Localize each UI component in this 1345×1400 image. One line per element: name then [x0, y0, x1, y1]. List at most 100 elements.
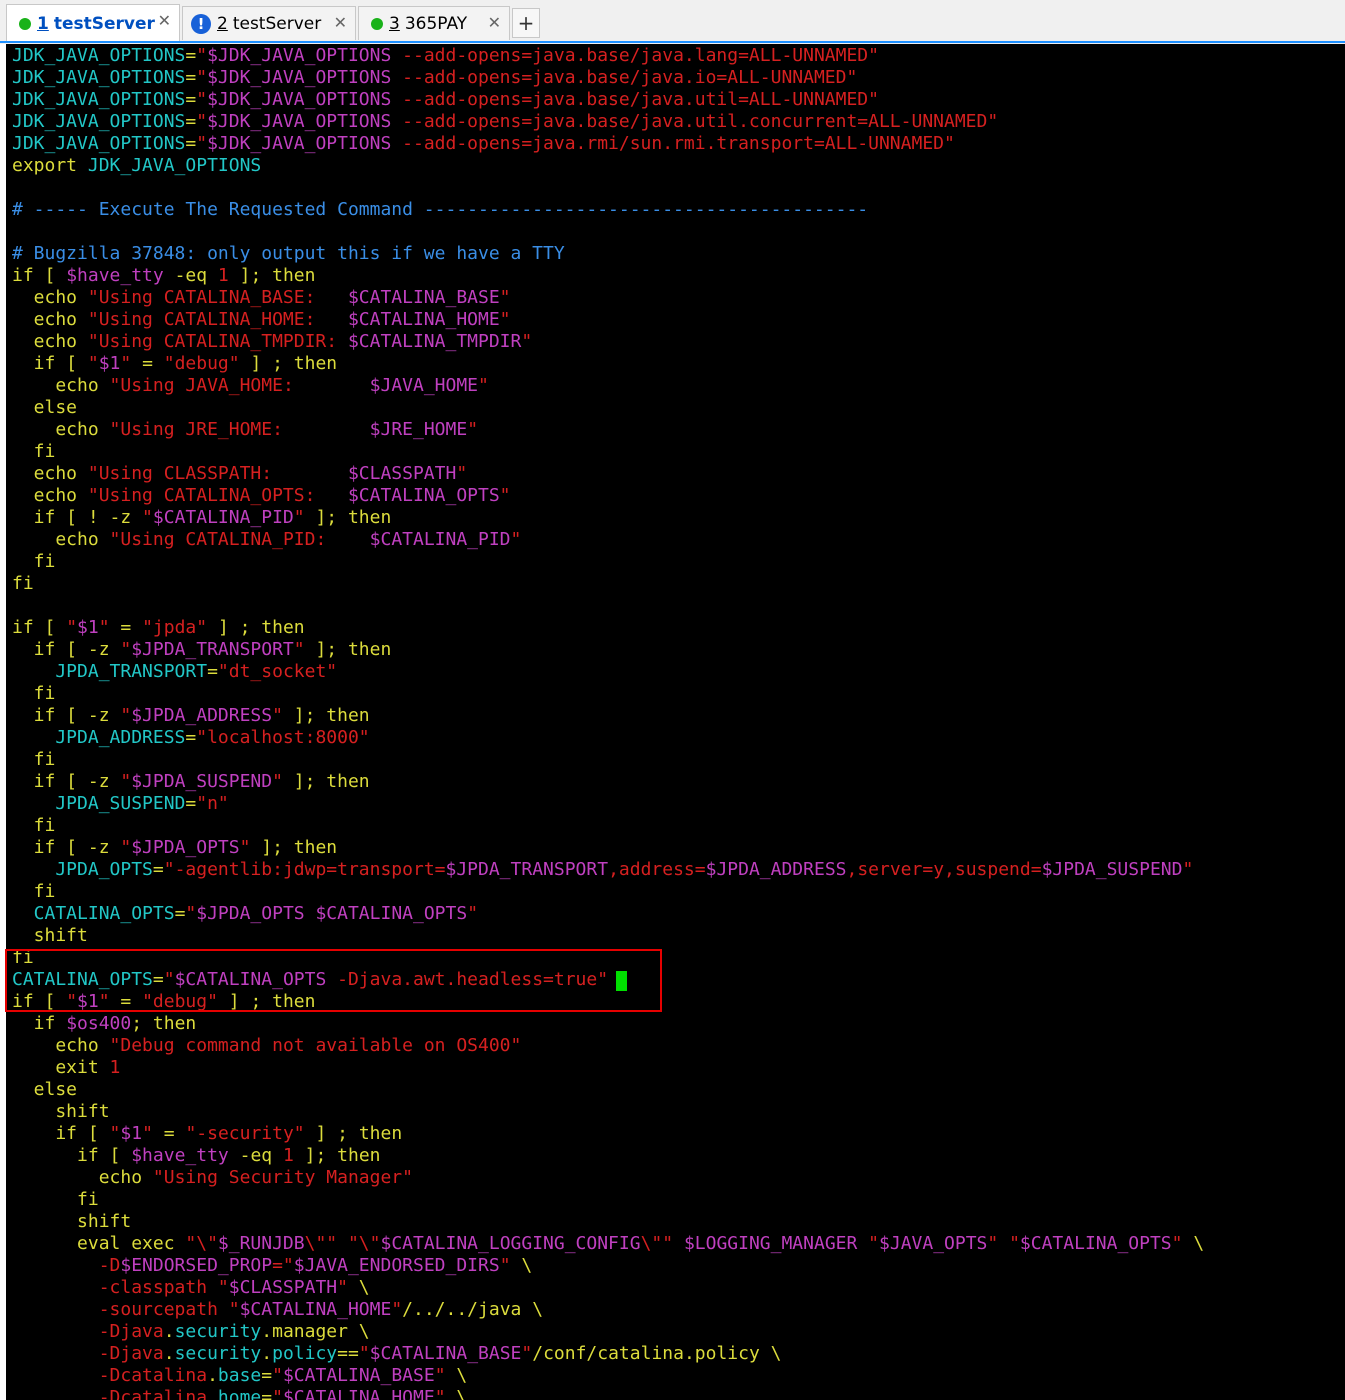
terminal-line: fi	[12, 749, 1204, 771]
code-token: -Dcatalina	[12, 1365, 208, 1386]
terminal-line: fi	[12, 551, 1204, 573]
code-token: if [	[12, 353, 88, 374]
text-cursor	[616, 971, 627, 991]
code-token: JDK_JAVA_OPTIONS	[12, 111, 186, 132]
code-token: "Using CATALINA_HOME:	[87, 309, 348, 330]
code-token: JDK_JAVA_OPTIONS	[12, 133, 186, 154]
code-token: echo	[12, 287, 88, 308]
code-token: -eq	[163, 265, 218, 286]
code-token: echo	[12, 419, 110, 440]
code-token: "	[272, 1365, 283, 1386]
tab-session-2[interactable]: ! 2 testServer ✕	[182, 6, 356, 40]
code-token: else	[12, 397, 78, 418]
code-token: "	[434, 1365, 446, 1386]
code-token: $1	[98, 353, 121, 374]
terminal-line: -Dcatalina.home="$CATALINA_HOME" \	[12, 1387, 1204, 1400]
code-token: \""	[304, 1233, 338, 1254]
terminal-line: echo "Using CATALINA_HOME: $CATALINA_HOM…	[12, 309, 1204, 331]
code-token: "	[467, 903, 479, 924]
code-token: if [ -z	[12, 705, 121, 726]
code-token: "	[391, 1299, 403, 1320]
code-token: security	[174, 1321, 262, 1342]
code-token: .	[207, 1387, 218, 1400]
terminal-line: shift	[12, 925, 1204, 947]
code-token: "	[1171, 1233, 1183, 1254]
code-token: echo	[12, 331, 88, 352]
code-token: "-security"	[185, 1123, 305, 1144]
code-token: =	[207, 661, 218, 682]
close-tab-icon[interactable]: ✕	[334, 13, 347, 32]
code-token: if [	[12, 1145, 132, 1166]
code-token: if [	[12, 1123, 110, 1144]
terminal-line: fi	[12, 1189, 1204, 1211]
new-tab-button[interactable]: +	[512, 8, 540, 38]
session-tab-bar: 1 testServer ✕ ! 2 testServer ✕ 3 365PAY ✕ …	[0, 0, 1345, 44]
code-token: =	[261, 1387, 273, 1400]
code-token: "	[196, 133, 208, 154]
code-token: JDK_JAVA_OPTIONS	[12, 89, 186, 110]
code-token: $_RUNJDB	[217, 1233, 305, 1254]
code-token: JDK_JAVA_OPTIONS	[12, 45, 186, 66]
code-token: echo	[12, 375, 110, 396]
code-token: JPDA_TRANSPORT	[12, 661, 208, 682]
code-token: ]; then	[282, 771, 370, 792]
terminal-line: echo "Using CATALINA_TMPDIR: $CATALINA_T…	[12, 331, 1204, 353]
code-token: CATALINA_OPTS	[12, 903, 175, 924]
code-token: $JPDA_TRANSPORT	[445, 859, 609, 880]
code-token: --add-opens=java.base/java.util=ALL-UNNA…	[391, 89, 879, 110]
terminal-line: echo "Using CATALINA_OPTS: $CATALINA_OPT…	[12, 485, 1204, 507]
code-token: "jpda"	[142, 617, 208, 638]
code-token: echo	[12, 463, 88, 484]
tab-bar-divider	[0, 41, 1345, 43]
code-token: $JAVA_ENDORSED_DIRS	[293, 1255, 500, 1276]
terminal-line: -D$ENDORSED_PROP="$JAVA_ENDORSED_DIRS" \	[12, 1255, 1204, 1277]
terminal-line: # ----- Execute The Requested Command --…	[12, 199, 1204, 221]
code-token: =	[131, 353, 164, 374]
code-token: $JPDA_SUSPEND	[131, 771, 273, 792]
code-token: export	[12, 155, 88, 176]
close-tab-icon[interactable]: ✕	[158, 11, 171, 30]
code-token: $JDK_JAVA_OPTIONS	[207, 111, 392, 132]
code-token: $CATALINA_HOME	[282, 1387, 435, 1400]
code-token: $CATALINA_PID	[152, 507, 294, 528]
code-token: $JPDA_ADDRESS	[131, 705, 273, 726]
terminal-line: if [ -z "$JPDA_TRANSPORT" ]; then	[12, 639, 1204, 661]
code-token: $CATALINA_OPTS	[1019, 1233, 1172, 1254]
code-token: $LOGGING_MANAGER	[683, 1233, 858, 1254]
code-token: =	[185, 45, 197, 66]
tab-session-1[interactable]: 1 testServer ✕	[6, 4, 180, 42]
code-token: ] ; then	[207, 617, 305, 638]
terminal-output[interactable]: JDK_JAVA_OPTIONS="$JDK_JAVA_OPTIONS --ad…	[6, 44, 1345, 1400]
code-token: $CATALINA_HOME	[347, 309, 500, 330]
code-token: $have_tty	[131, 1145, 229, 1166]
code-token: $CLASSPATH	[228, 1277, 338, 1298]
code-token: if [ -z	[12, 837, 121, 858]
code-token: $JPDA_OPTS	[131, 837, 240, 858]
code-token: security	[174, 1343, 262, 1364]
terminal-line: echo "Using JAVA_HOME: $JAVA_HOME"	[12, 375, 1204, 397]
code-token: shift	[12, 925, 88, 946]
tab-session-3[interactable]: 3 365PAY ✕	[358, 6, 510, 40]
code-token: =	[185, 89, 197, 110]
terminal-line: fi	[12, 815, 1204, 837]
code-token: "Using CATALINA_BASE:	[87, 287, 348, 308]
code-token: "n"	[196, 793, 229, 814]
code-token: home	[217, 1387, 262, 1400]
terminal-line: if [ "$1" = "-security" ] ; then	[12, 1123, 1204, 1145]
terminal-line: if [ $have_tty -eq 1 ]; then	[12, 265, 1204, 287]
code-token: \	[510, 1255, 533, 1276]
terminal-line: -classpath "$CLASSPATH" \	[12, 1277, 1204, 1299]
code-token: "Using CLASSPATH:	[87, 463, 348, 484]
code-token: \	[1182, 1233, 1205, 1254]
code-token: JPDA_SUSPEND	[12, 793, 186, 814]
code-token: --add-opens=java.rmi/sun.rmi.transport=A…	[391, 133, 955, 154]
code-token: .	[163, 1321, 175, 1342]
code-token: "	[499, 287, 511, 308]
close-tab-icon[interactable]: ✕	[488, 13, 501, 32]
code-token: $JDK_JAVA_OPTIONS	[207, 133, 392, 154]
terminal-line: fi	[12, 573, 1204, 595]
code-token: -sourcepath	[12, 1299, 229, 1320]
code-token: =	[185, 67, 197, 88]
